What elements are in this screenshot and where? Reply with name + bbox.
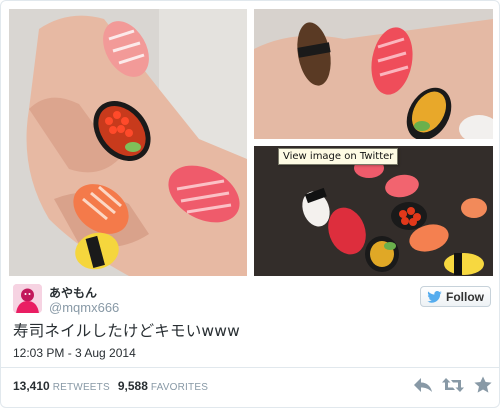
reply-icon — [414, 378, 432, 392]
photo-sushi-nail-tips[interactable] — [254, 146, 493, 276]
favorites-label[interactable]: FAVORITES — [151, 382, 208, 393]
follow-label: Follow — [446, 289, 484, 304]
author-name[interactable]: あやもん — [49, 284, 97, 301]
photo-sushi-nails-closeup[interactable] — [254, 9, 493, 139]
author-handle[interactable]: @mqmx666 — [49, 300, 119, 315]
photo-hand-sushi-nails[interactable] — [9, 9, 247, 276]
tweet-media-grid: View image on Twitter — [9, 9, 493, 276]
view-image-tooltip: View image on Twitter — [278, 148, 399, 165]
tweet-timestamp[interactable]: 12:03 PM - 3 Aug 2014 — [13, 346, 136, 360]
twitter-bird-icon — [427, 290, 442, 303]
tweet-stats: 13,410 RETWEETS 9,588 FAVORITES — [13, 379, 216, 393]
retweets-count[interactable]: 13,410 — [13, 379, 50, 393]
divider — [1, 367, 499, 368]
tweet-actions — [413, 376, 493, 394]
follow-button[interactable]: Follow — [420, 286, 491, 307]
reply-button[interactable] — [413, 376, 433, 394]
avatar[interactable] — [13, 284, 42, 313]
embedded-tweet-card: View image on Twitter あやもん @mqmx666 Foll… — [0, 0, 500, 408]
favorite-button[interactable] — [473, 376, 493, 394]
retweet-icon — [442, 378, 464, 392]
retweet-button[interactable] — [442, 376, 464, 394]
star-icon — [474, 376, 492, 393]
tweet-text: 寿司ネイルしたけどキモいwww — [13, 322, 241, 340]
retweets-label[interactable]: RETWEETS — [53, 382, 110, 393]
favorites-count[interactable]: 9,588 — [118, 379, 148, 393]
